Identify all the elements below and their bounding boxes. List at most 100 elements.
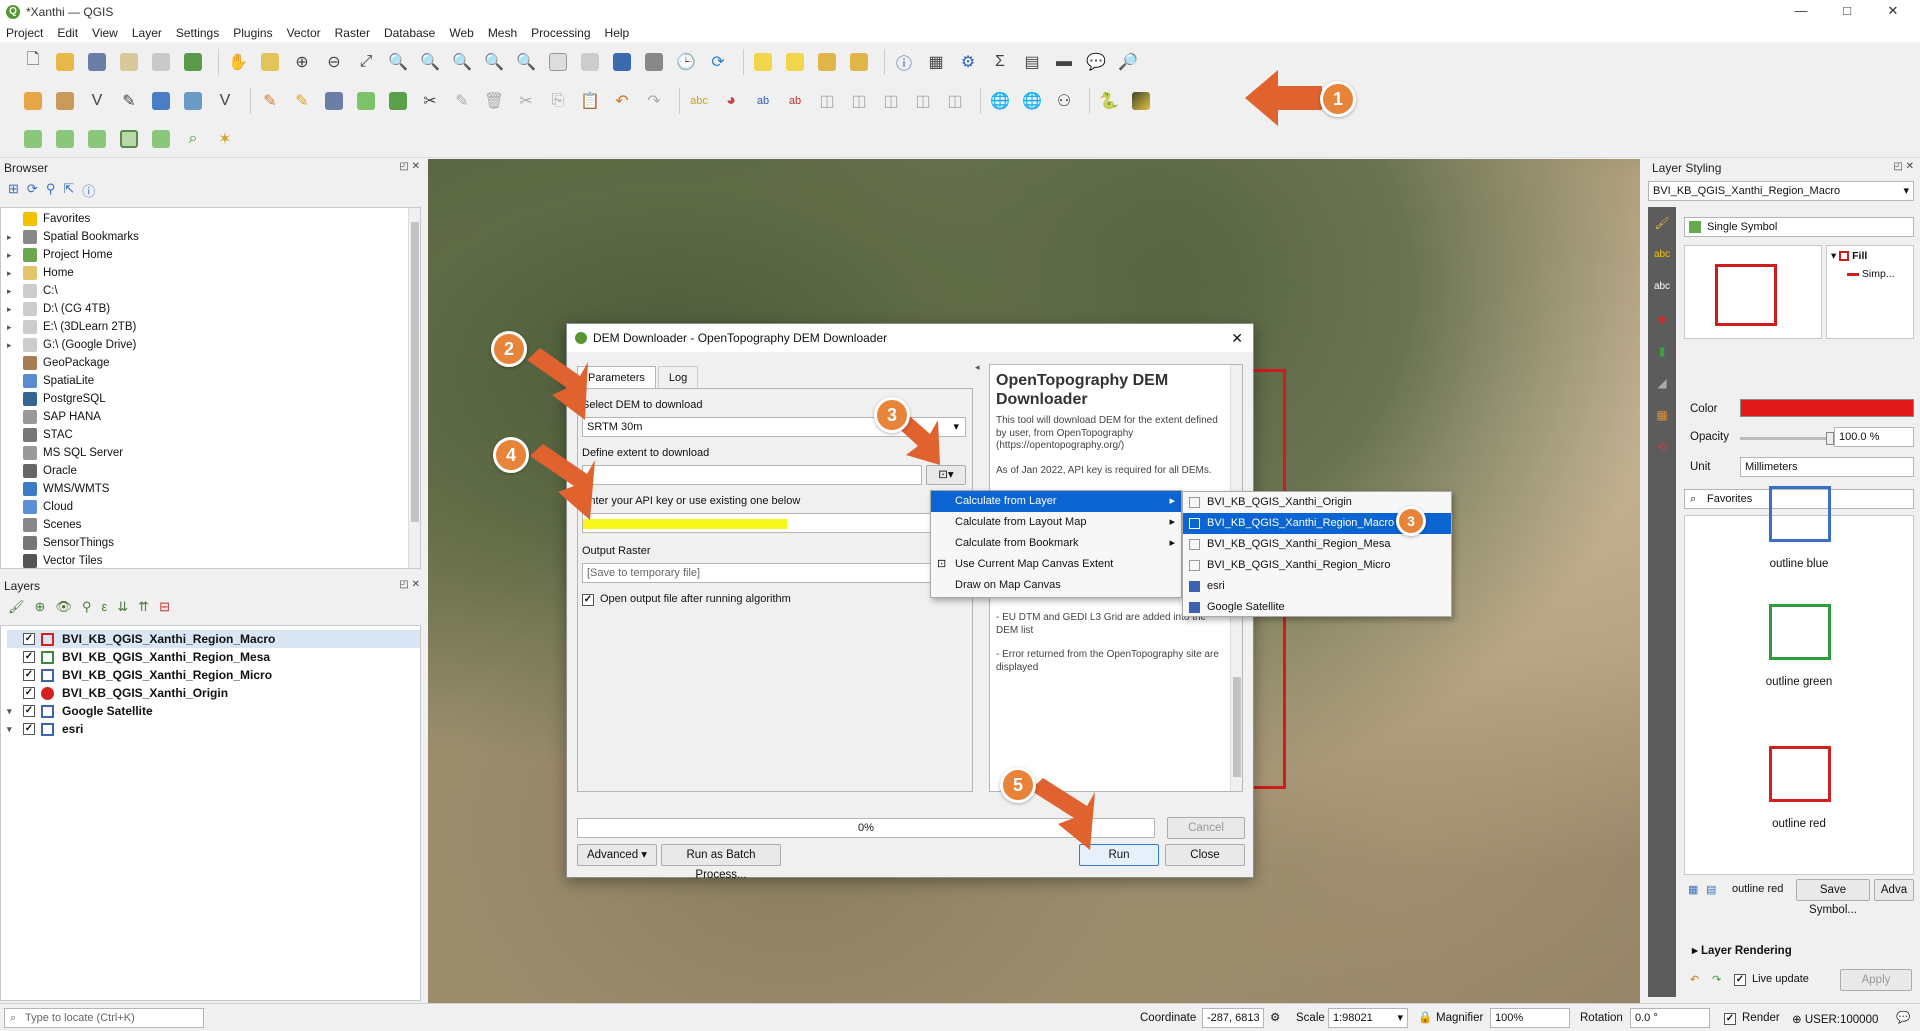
magnifier-input[interactable]: 100% <box>1490 1008 1570 1028</box>
apply-style-button[interactable]: Apply <box>1840 969 1912 991</box>
redo-icon[interactable]: ↷ <box>641 88 667 114</box>
browser-item[interactable]: ▸ C:\ <box>7 282 420 300</box>
new-project-icon[interactable]: 🗋 <box>20 49 46 75</box>
collapse-all-icon[interactable]: ⇱ <box>63 181 74 200</box>
menu-processing[interactable]: Processing <box>531 26 590 40</box>
vertex-tool-icon[interactable]: ✂ <box>417 88 443 114</box>
menu-help[interactable]: Help <box>605 26 630 40</box>
symbology-tab-icon[interactable]: 🖌 <box>1648 207 1676 239</box>
coordinate-input[interactable]: -287, 6813 <box>1202 1008 1264 1028</box>
diagrams-tab-icon[interactable]: ▮ <box>1648 335 1676 367</box>
new-temp-layer-icon[interactable]: ✎ <box>116 88 142 114</box>
browser-item[interactable]: Favorites <box>7 210 420 228</box>
new-3d-view-icon[interactable] <box>577 49 603 75</box>
tab-log[interactable]: Log <box>657 366 699 388</box>
browser-item[interactable]: GeoPackage <box>7 354 420 372</box>
browser-scrollbar[interactable] <box>408 208 420 568</box>
menu-database[interactable]: Database <box>384 26 435 40</box>
extent-menu-item[interactable]: Use Current Map Canvas Extent ⊡ <box>931 554 1181 575</box>
tracing-icon[interactable]: ✶ <box>212 126 238 152</box>
undo-style-icon[interactable]: ↶ <box>1690 973 1699 986</box>
properties-icon[interactable]: ⓘ <box>82 181 95 200</box>
filter-expression-icon[interactable]: ε <box>101 599 107 615</box>
opacity-slider[interactable] <box>1740 432 1834 445</box>
digitize-tool-icon[interactable] <box>20 126 46 152</box>
pan-icon[interactable]: ✋ <box>225 49 251 75</box>
browser-item[interactable]: WMS/WMTS <box>7 480 420 498</box>
expand-arrow-icon[interactable]: ▸ <box>7 300 17 318</box>
messages-icon[interactable]: 💬 <box>1896 1010 1910 1024</box>
python-console-icon[interactable]: 🐍 <box>1096 88 1122 114</box>
layer-style-icon[interactable]: 🖌 <box>8 599 25 615</box>
cancel-button[interactable]: Cancel <box>1167 817 1245 839</box>
scale-input[interactable]: 1:98021 ▾ <box>1328 1008 1408 1028</box>
advanced-button[interactable]: Advanced ▾ <box>577 844 657 866</box>
symbol-swatch[interactable] <box>1769 604 1831 660</box>
list-view-icon[interactable]: ▤ <box>1706 883 1716 896</box>
open-project-icon[interactable] <box>52 49 78 75</box>
pin-labels-icon[interactable]: ab <box>750 88 776 114</box>
expand-arrow-icon[interactable]: ▸ <box>7 336 17 354</box>
save-symbol-button[interactable]: Save Symbol... <box>1796 879 1870 916</box>
symbol-swatch[interactable] <box>1769 486 1831 542</box>
collapse-all-icon[interactable]: ⇈ <box>138 599 149 615</box>
select-location-icon[interactable] <box>846 49 872 75</box>
show-hide-labels-icon[interactable]: ◫ <box>910 88 936 114</box>
layer-item[interactable]: ✓ BVI_KB_QGIS_Xanthi_Region_Mesa <box>7 648 420 666</box>
add-raster-icon[interactable] <box>180 88 206 114</box>
fill-node[interactable]: ▾ Fill <box>1831 250 1867 262</box>
dialog-close-icon[interactable]: ✕ <box>1231 330 1243 347</box>
panel-close-icon[interactable]: ◰ ✕ <box>1893 161 1914 172</box>
filter-legend-icon[interactable]: ⚲ <box>82 599 92 615</box>
extent-options-button[interactable]: ⊡▾ <box>926 465 966 485</box>
browser-item[interactable]: ▸ Home <box>7 264 420 282</box>
batch-process-button[interactable]: Run as Batch Process... <box>661 844 781 881</box>
browser-item[interactable]: ▸ D:\ (CG 4TB) <box>7 300 420 318</box>
labels-tab-icon[interactable]: abc <box>1648 239 1676 271</box>
data-source-manager-icon[interactable] <box>20 88 46 114</box>
render-checkbox[interactable]: ✓ Render <box>1724 1012 1780 1025</box>
menu-vector[interactable]: Vector <box>287 26 321 40</box>
add-polygon-icon[interactable] <box>353 88 379 114</box>
toggle-extents-icon[interactable]: ⚙ <box>1270 1010 1280 1024</box>
rotation-input[interactable]: 0.0 ° <box>1630 1008 1710 1028</box>
layout-manager-icon[interactable] <box>148 49 174 75</box>
simple-fill-node[interactable]: Simp... <box>1847 268 1895 280</box>
close-button[interactable]: Close <box>1165 844 1245 866</box>
deselect-icon[interactable] <box>814 49 840 75</box>
extent-menu-item[interactable]: Calculate from Layer ▸ <box>931 491 1181 512</box>
expand-arrow-icon[interactable]: ▸ <box>7 318 17 336</box>
locator-icon[interactable]: 🔎 <box>1115 49 1141 75</box>
new-geopackage-icon[interactable] <box>52 88 78 114</box>
open-field-calculator-icon[interactable]: ▤ <box>1019 49 1045 75</box>
add-virtual-icon[interactable]: V <box>212 88 238 114</box>
elevation-tab-icon[interactable]: ◢ <box>1648 367 1676 399</box>
menu-view[interactable]: View <box>92 26 118 40</box>
browser-scrollbar-thumb[interactable] <box>411 222 419 522</box>
layer-submenu-item[interactable]: esri <box>1183 576 1451 597</box>
pan-to-selection-icon[interactable] <box>257 49 283 75</box>
lock-scale-icon[interactable]: 🔒 <box>1418 1010 1432 1024</box>
add-vector-icon[interactable] <box>148 88 174 114</box>
expand-arrow-icon[interactable]: ▸ <box>7 228 17 246</box>
new-layout-icon[interactable] <box>116 49 142 75</box>
identify-icon[interactable]: ⓘ <box>891 49 917 75</box>
zoom-layer-icon[interactable]: 🔍 <box>417 49 443 75</box>
delete-selected-icon[interactable]: 🗑 <box>481 88 507 114</box>
output-raster-input[interactable]: [Save to temporary file] <box>582 563 966 583</box>
layer-visibility-checkbox[interactable]: ✓ <box>23 651 35 663</box>
maximize-button[interactable]: □ <box>1824 0 1870 24</box>
polygon-shape-icon[interactable] <box>116 126 142 152</box>
browser-item[interactable]: Oracle <box>7 462 420 480</box>
label-callout-icon[interactable]: ◫ <box>942 88 968 114</box>
toggle-editing-icon[interactable]: ✎ <box>289 88 315 114</box>
history-tab-icon[interactable]: ⟲ <box>1648 431 1676 463</box>
grid-view-icon[interactable]: ▦ <box>1688 883 1698 896</box>
reshape-icon[interactable] <box>148 126 174 152</box>
layer-submenu-item[interactable]: Google Satellite <box>1183 597 1451 618</box>
minimize-button[interactable]: — <box>1778 0 1824 24</box>
diagram-icon[interactable]: ◕ <box>718 88 744 114</box>
expand-arrow-icon[interactable]: ▸ <box>7 282 17 300</box>
new-map-view-icon[interactable] <box>545 49 571 75</box>
select-polygon-icon[interactable] <box>52 126 78 152</box>
